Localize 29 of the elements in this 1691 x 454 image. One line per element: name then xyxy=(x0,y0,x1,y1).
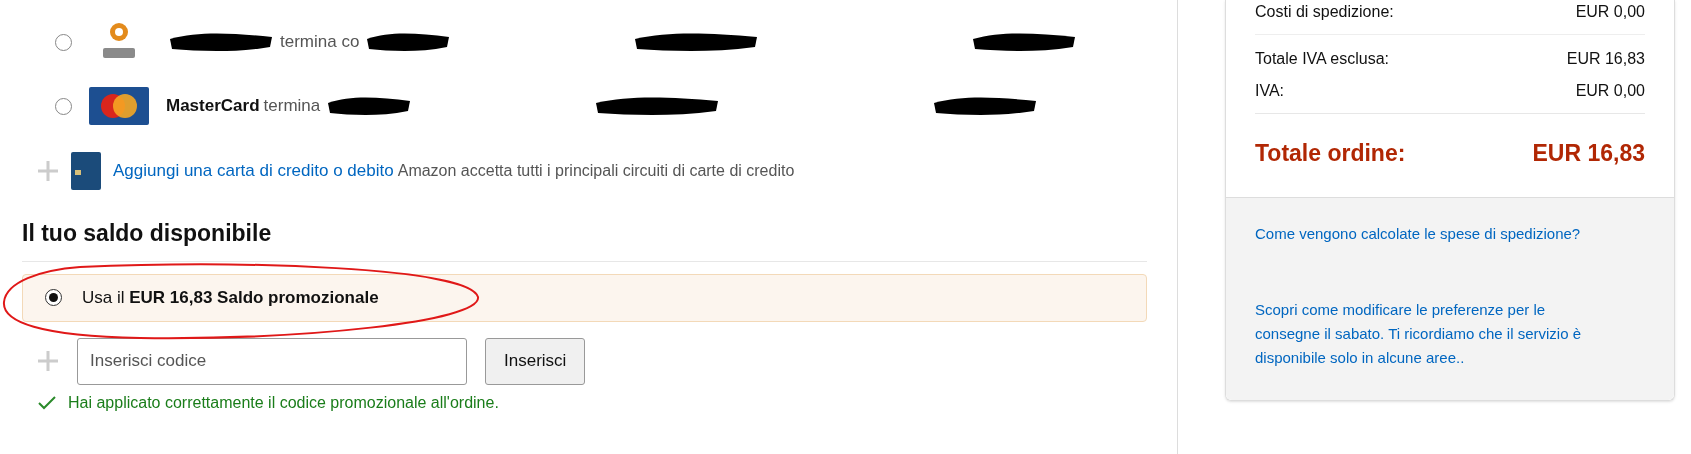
checkmark-icon xyxy=(38,395,56,410)
radio-button[interactable] xyxy=(55,97,72,115)
apply-button[interactable]: Inserisci xyxy=(485,337,586,385)
promo-code-field[interactable]: Inserisci codice xyxy=(77,337,467,385)
help-link[interactable]: Scopri come modificare le preferenze per le consegne il sabato. Ti ricordiamo che il servizio è disponibile solo in alcune aree.. xyxy=(1255,297,1604,370)
plus-icon xyxy=(37,160,59,182)
section-heading: Il tuo saldo disponibile xyxy=(22,216,1147,262)
add-card-note: Amazon accetta tutti i principali circuiti di carte di credito xyxy=(397,161,795,181)
radio-button[interactable] xyxy=(55,33,72,51)
plus-icon xyxy=(37,350,59,372)
help-link[interactable]: Come vengono calcolate le spese di spedizione? xyxy=(1255,221,1604,246)
radio-button[interactable] xyxy=(45,289,62,306)
card-ending: termina xyxy=(263,95,321,118)
summary-value: EUR 0,00 xyxy=(1575,2,1645,22)
summary-value: EUR 16,83 xyxy=(1566,49,1645,69)
card-name: MasterCard xyxy=(166,95,260,118)
success-message: Hai applicato correttamente il codice promozionale all'ordine. xyxy=(68,392,499,413)
summary-label: Costi di spedizione: xyxy=(1255,2,1394,22)
summary-value: EUR 0,00 xyxy=(1575,81,1645,101)
add-card-link[interactable]: Aggiungi una carta di credito o debito xyxy=(113,161,394,181)
balance-option[interactable]: Usa il EUR 16,83 Saldo promozionale xyxy=(22,273,1147,322)
card-logo-icon xyxy=(89,87,149,125)
total-value: EUR 16,83 xyxy=(1532,139,1645,168)
total-label: Totale ordine: xyxy=(1255,139,1406,168)
balance-label: Usa il EUR 16,83 Saldo promozionale xyxy=(82,286,379,309)
summary-label: Totale IVA esclusa: xyxy=(1255,49,1389,69)
card-ending: termina co xyxy=(280,31,360,54)
credit-card-icon xyxy=(71,152,101,190)
summary-label: IVA: xyxy=(1255,81,1285,101)
